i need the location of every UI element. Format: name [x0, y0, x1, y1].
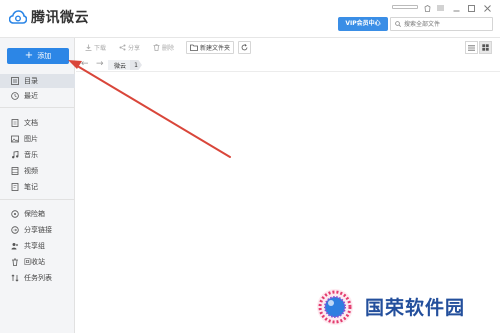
sidebar-item-directory[interactable]: 目录	[0, 74, 75, 88]
trash-icon	[153, 44, 160, 51]
back-arrow-icon[interactable]: ←	[81, 59, 89, 69]
sidebar-item-label: 笔记	[24, 183, 38, 191]
sidebar-divider	[0, 199, 75, 200]
clock-icon	[11, 92, 19, 100]
sidebar-item-task-list[interactable]: 任务列表	[0, 271, 75, 285]
menu-icon[interactable]	[436, 4, 444, 12]
recycle-icon	[11, 258, 19, 266]
sidebar-item-notes[interactable]: 笔记	[0, 180, 75, 194]
download-button[interactable]: 下载	[82, 41, 109, 54]
watermark: 国荣软件园	[295, 280, 500, 333]
search-input[interactable]	[404, 19, 490, 29]
grid-view-button[interactable]	[479, 41, 492, 54]
list-view-icon	[468, 44, 475, 51]
sidebar-item-recent[interactable]: 最近	[0, 89, 75, 103]
sidebar-item-label: 保险箱	[24, 210, 45, 218]
breadcrumb[interactable]: 微云	[108, 60, 133, 70]
sidebar-item-label: 文档	[24, 119, 38, 127]
sidebar-item-label: 最近	[24, 92, 38, 100]
refresh-button[interactable]	[238, 41, 251, 54]
share-button[interactable]: 分享	[116, 41, 143, 54]
path-bar: ← → 微云 1	[76, 58, 500, 72]
share-link-icon	[11, 226, 19, 234]
list-view-button[interactable]	[465, 41, 478, 54]
search-box[interactable]	[390, 17, 493, 31]
minimize-icon[interactable]	[452, 4, 460, 12]
app-logo: 腾讯微云	[9, 7, 89, 27]
add-button[interactable]: + 添加	[7, 48, 69, 64]
document-icon	[11, 119, 19, 127]
watermark-globe-icon	[317, 288, 353, 325]
sidebar-item-label: 回收站	[24, 258, 45, 266]
image-icon	[11, 135, 19, 143]
delete-button[interactable]: 删除	[150, 41, 177, 54]
sidebar-item-music[interactable]: 音乐	[0, 148, 75, 162]
sidebar-item-safe[interactable]: 保险箱	[0, 207, 75, 221]
sidebar-item-label: 视频	[24, 167, 38, 175]
plus-icon: +	[24, 50, 34, 61]
new-folder-button[interactable]: 新建文件夹	[186, 41, 235, 54]
vip-center-button[interactable]: VIP会员中心	[338, 17, 388, 31]
music-icon	[11, 151, 19, 159]
note-icon	[11, 183, 19, 191]
sidebar-item-label: 目录	[24, 77, 38, 85]
app-title: 腾讯微云	[31, 10, 89, 26]
maximize-icon[interactable]	[467, 4, 475, 12]
watermark-text: 国荣软件园	[365, 297, 466, 319]
sidebar-item-label: 图片	[24, 135, 38, 143]
download-icon	[85, 44, 92, 51]
add-button-label: 添加	[37, 52, 52, 60]
search-icon	[395, 21, 401, 27]
skin-icon[interactable]	[423, 4, 431, 12]
directory-icon	[11, 77, 19, 85]
title-bar: 腾讯微云 VIP会员中心	[0, 0, 500, 38]
grid-view-icon	[482, 44, 489, 51]
sidebar-item-recycle[interactable]: 回收站	[0, 255, 75, 269]
cloud-icon	[9, 10, 27, 24]
sidebar: + 添加 目录 最近 文档 图片 音乐 视频 笔记 保险箱 分享链接 共享组 回…	[0, 38, 75, 333]
toolbar: 下载 分享 删除 新建文件夹	[76, 38, 500, 57]
share-icon	[119, 44, 126, 51]
sidebar-item-label: 分享链接	[24, 226, 52, 234]
sidebar-item-label: 任务列表	[24, 274, 52, 282]
video-icon	[11, 167, 19, 175]
sidebar-item-label: 音乐	[24, 151, 38, 159]
new-folder-icon	[190, 44, 198, 51]
close-icon[interactable]	[483, 4, 491, 12]
sidebar-divider	[0, 107, 75, 108]
safe-icon	[11, 210, 19, 218]
sidebar-item-share-links[interactable]: 分享链接	[0, 223, 75, 237]
sidebar-item-video[interactable]: 视频	[0, 164, 75, 178]
task-list-icon	[11, 274, 19, 282]
forward-arrow-icon[interactable]: →	[96, 59, 104, 69]
account-indicator[interactable]	[392, 5, 418, 9]
share-group-icon	[11, 242, 19, 250]
sidebar-item-images[interactable]: 图片	[0, 132, 75, 146]
sidebar-item-label: 共享组	[24, 242, 45, 250]
sidebar-item-share-group[interactable]: 共享组	[0, 239, 75, 253]
sidebar-item-documents[interactable]: 文档	[0, 116, 75, 130]
refresh-icon	[241, 44, 248, 51]
breadcrumb-count: 1	[130, 60, 142, 70]
